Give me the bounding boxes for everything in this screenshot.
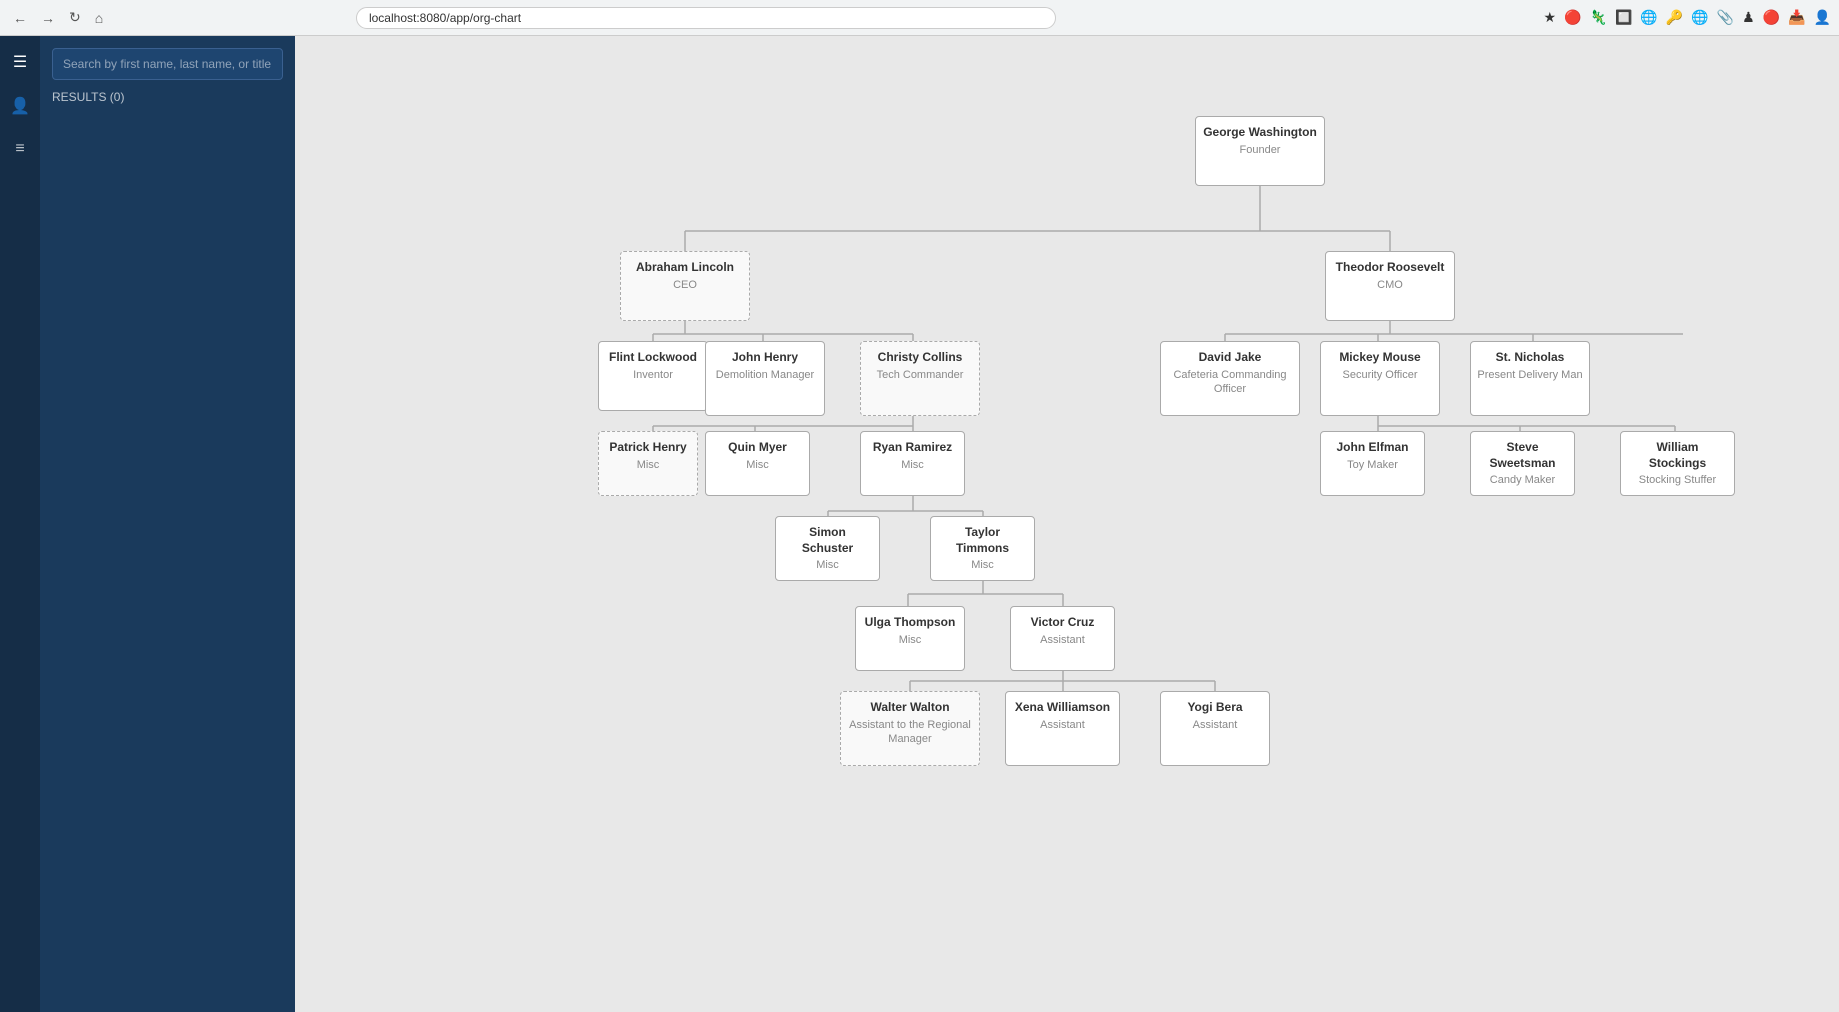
node-mickey-title: Security Officer xyxy=(1327,368,1433,382)
node-quin-title: Misc xyxy=(712,458,803,472)
node-victor-name: Victor Cruz xyxy=(1017,615,1108,631)
node-john-elfman[interactable]: John Elfman Toy Maker xyxy=(1320,431,1425,496)
node-steve[interactable]: Steve Sweetsman Candy Maker xyxy=(1470,431,1575,496)
node-william[interactable]: William Stockings Stocking Stuffer xyxy=(1620,431,1735,496)
sidebar-panel: RESULTS (0) xyxy=(40,36,295,1012)
browser-nav[interactable]: ← → ↻ ⌂ xyxy=(8,7,108,28)
node-george-title: Founder xyxy=(1202,143,1318,157)
node-david[interactable]: David Jake Cafeteria Commanding Officer xyxy=(1160,341,1300,416)
node-george[interactable]: George Washington Founder xyxy=(1195,116,1325,186)
node-yogi-name: Yogi Bera xyxy=(1167,700,1263,716)
node-abraham[interactable]: Abraham Lincoln CEO xyxy=(620,251,750,321)
node-david-name: David Jake xyxy=(1167,350,1293,366)
address-bar[interactable]: localhost:8080/app/org-chart xyxy=(356,7,1056,29)
node-theodor[interactable]: Theodor Roosevelt CMO xyxy=(1325,251,1455,321)
node-flint-name: Flint Lockwood xyxy=(605,350,701,366)
sidebar-inner: ☰ 👤 ≡ RESULTS (0) xyxy=(0,36,295,1012)
main-content[interactable]: George Washington Founder Abraham Lincol… xyxy=(295,36,1839,1012)
browser-chrome: ← → ↻ ⌂ localhost:8080/app/org-chart ★🔴🦎… xyxy=(0,0,1839,36)
node-christy[interactable]: Christy Collins Tech Commander xyxy=(860,341,980,416)
node-david-title: Cafeteria Commanding Officer xyxy=(1167,368,1293,397)
node-john-elfman-title: Toy Maker xyxy=(1327,458,1418,472)
node-simon[interactable]: Simon Schuster Misc xyxy=(775,516,880,581)
node-st-nicholas[interactable]: St. Nicholas Present Delivery Man xyxy=(1470,341,1590,416)
sidebar: ☰ 👤 ≡ RESULTS (0) xyxy=(0,36,295,1012)
node-patrick-name: Patrick Henry xyxy=(605,440,691,456)
node-ulga-name: Ulga Thompson xyxy=(862,615,958,631)
node-theodor-name: Theodor Roosevelt xyxy=(1332,260,1448,276)
refresh-button[interactable]: ↻ xyxy=(64,7,86,28)
forward-button[interactable]: → xyxy=(36,7,60,28)
node-xena-name: Xena Williamson xyxy=(1012,700,1113,716)
node-mickey-name: Mickey Mouse xyxy=(1327,350,1433,366)
browser-right-icons: ★🔴🦎🔲🌐 🔑🌐📎♟🔴 📥👤 xyxy=(1544,9,1832,26)
node-st-nicholas-name: St. Nicholas xyxy=(1477,350,1583,366)
app-container: ☰ 👤 ≡ RESULTS (0) xyxy=(0,36,1839,1012)
node-ryan[interactable]: Ryan Ramirez Misc xyxy=(860,431,965,496)
node-christy-title: Tech Commander xyxy=(867,368,973,382)
node-ryan-name: Ryan Ramirez xyxy=(867,440,958,456)
node-abraham-title: CEO xyxy=(627,278,743,292)
node-william-name: William Stockings xyxy=(1627,440,1728,471)
node-john-henry-title: Demolition Manager xyxy=(712,368,818,382)
node-theodor-title: CMO xyxy=(1332,278,1448,292)
node-steve-title: Candy Maker xyxy=(1477,473,1568,487)
node-yogi[interactable]: Yogi Bera Assistant xyxy=(1160,691,1270,766)
node-victor[interactable]: Victor Cruz Assistant xyxy=(1010,606,1115,671)
node-patrick[interactable]: Patrick Henry Misc xyxy=(598,431,698,496)
home-button[interactable]: ⌂ xyxy=(90,7,108,28)
node-john-elfman-name: John Elfman xyxy=(1327,440,1418,456)
node-flint-title: Inventor xyxy=(605,368,701,382)
node-christy-name: Christy Collins xyxy=(867,350,973,366)
list-icon[interactable]: ≡ xyxy=(11,136,28,162)
node-walter-name: Walter Walton xyxy=(847,700,973,716)
node-simon-title: Misc xyxy=(782,558,873,572)
node-walter[interactable]: Walter Walton Assistant to the Regional … xyxy=(840,691,980,766)
node-yogi-title: Assistant xyxy=(1167,718,1263,732)
node-william-title: Stocking Stuffer xyxy=(1627,473,1728,487)
node-walter-title: Assistant to the Regional Manager xyxy=(847,718,973,747)
menu-icon[interactable]: ☰ xyxy=(9,48,31,76)
back-button[interactable]: ← xyxy=(8,7,32,28)
search-input[interactable] xyxy=(52,48,283,80)
node-patrick-title: Misc xyxy=(605,458,691,472)
node-ryan-title: Misc xyxy=(867,458,958,472)
node-taylor-name: Taylor Timmons xyxy=(937,525,1028,556)
node-xena[interactable]: Xena Williamson Assistant xyxy=(1005,691,1120,766)
node-flint[interactable]: Flint Lockwood Inventor xyxy=(598,341,708,411)
node-quin-name: Quin Myer xyxy=(712,440,803,456)
node-taylor[interactable]: Taylor Timmons Misc xyxy=(930,516,1035,581)
results-label: RESULTS (0) xyxy=(52,90,283,104)
node-john-henry-name: John Henry xyxy=(712,350,818,366)
node-ulga-title: Misc xyxy=(862,633,958,647)
node-taylor-title: Misc xyxy=(937,558,1028,572)
sidebar-icons: ☰ 👤 ≡ xyxy=(0,36,40,1012)
node-simon-name: Simon Schuster xyxy=(782,525,873,556)
node-steve-name: Steve Sweetsman xyxy=(1477,440,1568,471)
org-chart: George Washington Founder Abraham Lincol… xyxy=(315,56,1815,856)
node-mickey[interactable]: Mickey Mouse Security Officer xyxy=(1320,341,1440,416)
node-ulga[interactable]: Ulga Thompson Misc xyxy=(855,606,965,671)
node-quin[interactable]: Quin Myer Misc xyxy=(705,431,810,496)
people-icon[interactable]: 👤 xyxy=(6,92,34,120)
node-victor-title: Assistant xyxy=(1017,633,1108,647)
node-john-henry[interactable]: John Henry Demolition Manager xyxy=(705,341,825,416)
node-george-name: George Washington xyxy=(1202,125,1318,141)
node-st-nicholas-title: Present Delivery Man xyxy=(1477,368,1583,382)
node-abraham-name: Abraham Lincoln xyxy=(627,260,743,276)
node-xena-title: Assistant xyxy=(1012,718,1113,732)
